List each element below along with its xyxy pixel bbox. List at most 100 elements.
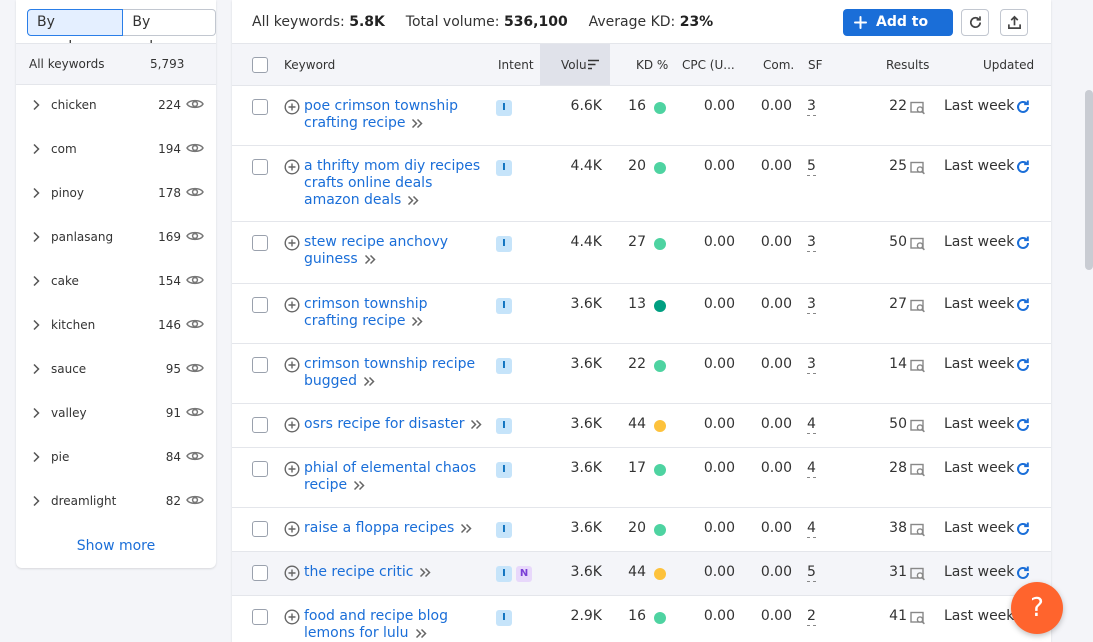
add-circle-icon[interactable] xyxy=(284,99,300,115)
eye-icon[interactable] xyxy=(186,493,204,507)
column-intent[interactable]: Intent xyxy=(498,58,534,72)
row-checkbox[interactable] xyxy=(252,521,268,537)
keyword-group-item[interactable]: valley 91 xyxy=(16,392,216,436)
eye-icon[interactable] xyxy=(186,405,204,419)
serp-preview-icon[interactable] xyxy=(910,101,926,115)
eye-icon[interactable] xyxy=(186,449,204,463)
export-button[interactable] xyxy=(1000,9,1028,36)
add-circle-icon[interactable] xyxy=(284,235,300,251)
show-more-link[interactable]: Show more xyxy=(16,538,216,554)
row-checkbox[interactable] xyxy=(252,417,268,433)
refresh-icon[interactable] xyxy=(1015,235,1031,251)
serp-preview-icon[interactable] xyxy=(910,419,926,433)
chevron-right-icon[interactable] xyxy=(32,407,40,419)
add-circle-icon[interactable] xyxy=(284,609,300,625)
row-checkbox[interactable] xyxy=(252,99,268,115)
serp-features-count[interactable]: 4 xyxy=(807,460,816,478)
column-updated[interactable]: Updated xyxy=(983,58,1034,72)
refresh-icon[interactable] xyxy=(1015,99,1031,115)
refresh-icon[interactable] xyxy=(1015,521,1031,537)
keyword-link[interactable]: a thrifty mom diy recipes crafts online … xyxy=(304,158,480,208)
chevron-right-icon[interactable] xyxy=(32,363,40,375)
chevron-right-icon[interactable] xyxy=(32,231,40,243)
add-circle-icon[interactable] xyxy=(284,297,300,313)
double-chevron-icon[interactable] xyxy=(470,419,483,430)
eye-icon[interactable] xyxy=(186,185,204,199)
add-circle-icon[interactable] xyxy=(284,417,300,433)
chevron-right-icon[interactable] xyxy=(32,495,40,507)
eye-icon[interactable] xyxy=(186,361,204,375)
add-circle-icon[interactable] xyxy=(284,521,300,537)
sort-desc-icon[interactable] xyxy=(587,59,600,70)
row-checkbox[interactable] xyxy=(252,461,268,477)
eye-icon[interactable] xyxy=(186,229,204,243)
serp-preview-icon[interactable] xyxy=(910,463,926,477)
column-kd[interactable]: KD % xyxy=(636,58,668,72)
keyword-group-item[interactable]: pinoy 178 xyxy=(16,172,216,216)
keyword-link[interactable]: the recipe critic xyxy=(304,564,413,580)
select-all-checkbox[interactable] xyxy=(252,57,268,73)
double-chevron-icon[interactable] xyxy=(419,567,432,578)
chevron-right-icon[interactable] xyxy=(32,143,40,155)
add-circle-icon[interactable] xyxy=(284,357,300,373)
keyword-group-item[interactable]: cake 154 xyxy=(16,260,216,304)
serp-preview-icon[interactable] xyxy=(910,237,926,251)
serp-features-count[interactable]: 4 xyxy=(807,520,816,538)
serp-preview-icon[interactable] xyxy=(910,359,926,373)
row-checkbox[interactable] xyxy=(252,565,268,581)
keyword-group-item[interactable]: com 194 xyxy=(16,128,216,172)
refresh-icon[interactable] xyxy=(1015,565,1031,581)
eye-icon[interactable] xyxy=(186,141,204,155)
eye-icon[interactable] xyxy=(186,97,204,111)
help-button[interactable]: ? xyxy=(1011,582,1063,634)
serp-features-count[interactable]: 4 xyxy=(807,416,816,434)
eye-icon[interactable] xyxy=(186,317,204,331)
column-keyword[interactable]: Keyword xyxy=(284,58,335,72)
keyword-group-item[interactable]: panlasang 169 xyxy=(16,216,216,260)
add-circle-icon[interactable] xyxy=(284,565,300,581)
refresh-button[interactable] xyxy=(961,9,989,36)
column-results[interactable]: Results xyxy=(886,58,929,72)
chevron-right-icon[interactable] xyxy=(32,451,40,463)
serp-features-count[interactable]: 3 xyxy=(807,234,816,252)
add-circle-icon[interactable] xyxy=(284,159,300,175)
chevron-right-icon[interactable] xyxy=(32,187,40,199)
serp-preview-icon[interactable] xyxy=(910,567,926,581)
row-checkbox[interactable] xyxy=(252,609,268,625)
keyword-link[interactable]: crimson township recipe bugged xyxy=(304,356,475,389)
row-checkbox[interactable] xyxy=(252,297,268,313)
refresh-icon[interactable] xyxy=(1015,357,1031,373)
double-chevron-icon[interactable] xyxy=(363,376,376,387)
refresh-icon[interactable] xyxy=(1015,417,1031,433)
keyword-link[interactable]: raise a floppa recipes xyxy=(304,520,454,536)
by-number-button[interactable]: By number xyxy=(27,9,124,55)
double-chevron-icon[interactable] xyxy=(460,523,473,534)
row-checkbox[interactable] xyxy=(252,357,268,373)
refresh-icon[interactable] xyxy=(1015,159,1031,175)
serp-preview-icon[interactable] xyxy=(910,161,926,175)
refresh-icon[interactable] xyxy=(1015,461,1031,477)
column-volume[interactable]: Volu xyxy=(561,58,587,72)
double-chevron-icon[interactable] xyxy=(415,628,428,639)
chevron-right-icon[interactable] xyxy=(32,319,40,331)
keyword-group-item[interactable]: sauce 95 xyxy=(16,348,216,392)
double-chevron-icon[interactable] xyxy=(407,195,420,206)
serp-features-count[interactable]: 2 xyxy=(807,608,816,626)
keyword-link[interactable]: poe crimson township crafting recipe xyxy=(304,98,458,131)
double-chevron-icon[interactable] xyxy=(353,480,366,491)
keyword-link[interactable]: osrs recipe for disaster xyxy=(304,416,464,432)
serp-features-count[interactable]: 3 xyxy=(807,98,816,116)
add-to-list-button[interactable]: Add to list xyxy=(843,9,953,57)
double-chevron-icon[interactable] xyxy=(411,316,424,327)
column-com[interactable]: Com. xyxy=(763,58,794,72)
all-keywords-group[interactable]: All keywords 5,793 xyxy=(16,43,216,85)
keyword-link[interactable]: crimson township crafting recipe xyxy=(304,296,427,329)
column-cpc[interactable]: CPC (U... xyxy=(682,58,735,72)
keyword-group-item[interactable]: pie 84 xyxy=(16,436,216,480)
serp-features-count[interactable]: 5 xyxy=(807,564,816,582)
double-chevron-icon[interactable] xyxy=(411,118,424,129)
serp-preview-icon[interactable] xyxy=(910,611,926,625)
serp-preview-icon[interactable] xyxy=(910,523,926,537)
serp-features-count[interactable]: 5 xyxy=(807,158,816,176)
page-scrollbar[interactable] xyxy=(1085,90,1093,270)
